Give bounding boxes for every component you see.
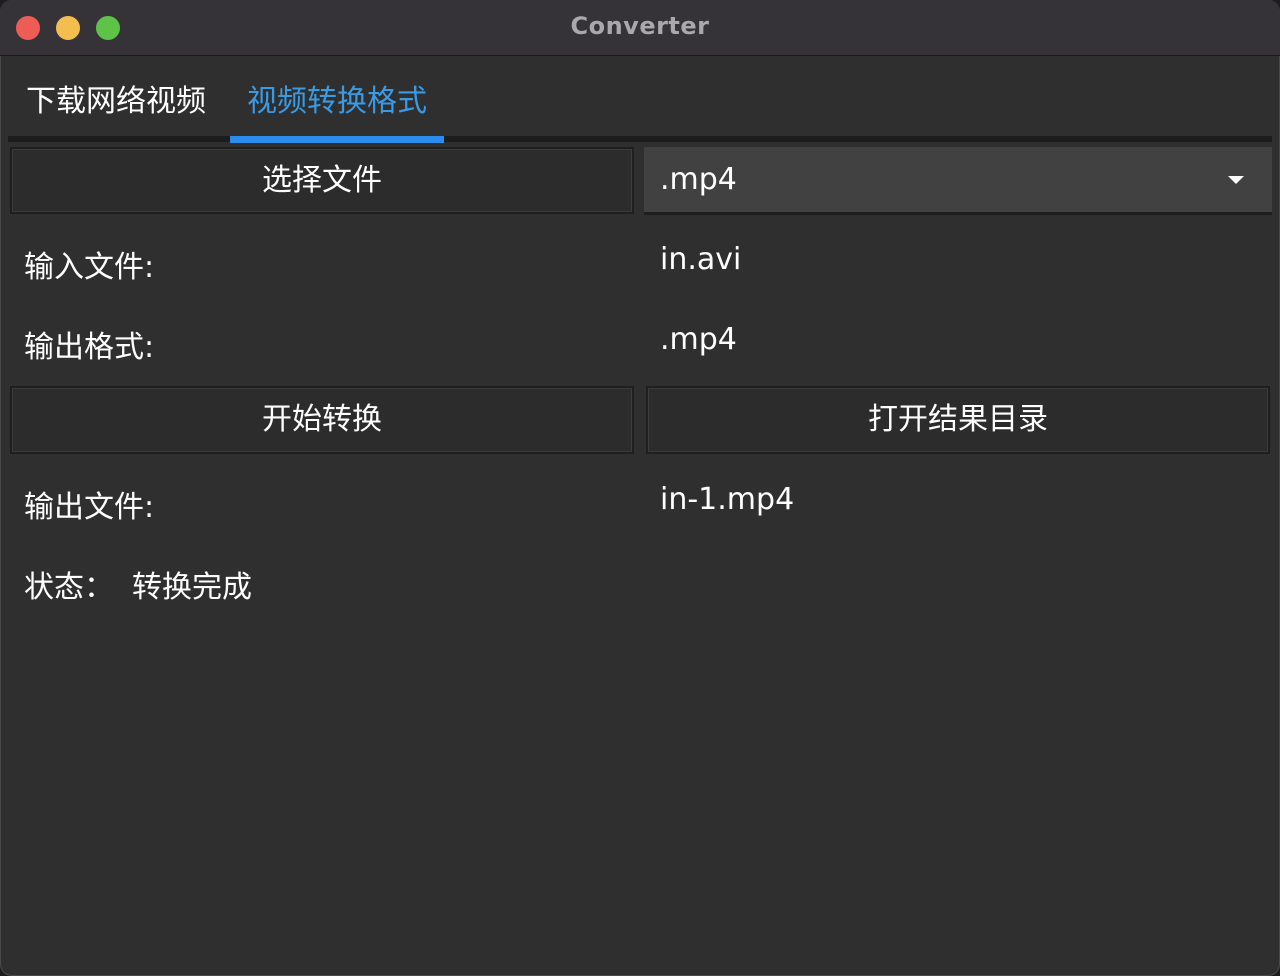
window-title: Converter xyxy=(570,12,710,40)
tab-bar: 下载网络视频 视频转换格式 xyxy=(8,56,1272,144)
input-file-value: in.avi xyxy=(660,242,742,277)
format-select-value: .mp4 xyxy=(660,162,737,197)
tab-download-video[interactable]: 下载网络视频 xyxy=(8,56,224,140)
title-bar[interactable]: Converter xyxy=(0,0,1280,56)
active-tab-indicator xyxy=(230,136,444,143)
output-file-value: in-1.mp4 xyxy=(660,482,795,517)
open-result-dir-button[interactable]: 打开结果目录 xyxy=(646,386,1270,454)
chevron-down-icon xyxy=(1228,176,1244,184)
status-value: 转换完成 xyxy=(132,570,252,605)
status-label: 状态： xyxy=(24,570,114,605)
tab-convert-format[interactable]: 视频转换格式 xyxy=(230,56,444,140)
format-select[interactable]: .mp4 xyxy=(644,147,1272,215)
output-file-label: 输出文件: xyxy=(24,490,155,525)
app-window: Converter 下载网络视频 视频转换格式 选择文件 .mp4 输入文件: … xyxy=(0,0,1280,976)
select-file-button[interactable]: 选择文件 xyxy=(10,147,634,214)
output-format-label: 输出格式: xyxy=(24,330,155,365)
tab-divider xyxy=(8,136,1272,142)
output-format-value: .mp4 xyxy=(660,322,737,357)
input-file-label: 输入文件: xyxy=(24,250,155,285)
start-convert-button[interactable]: 开始转换 xyxy=(10,386,634,454)
